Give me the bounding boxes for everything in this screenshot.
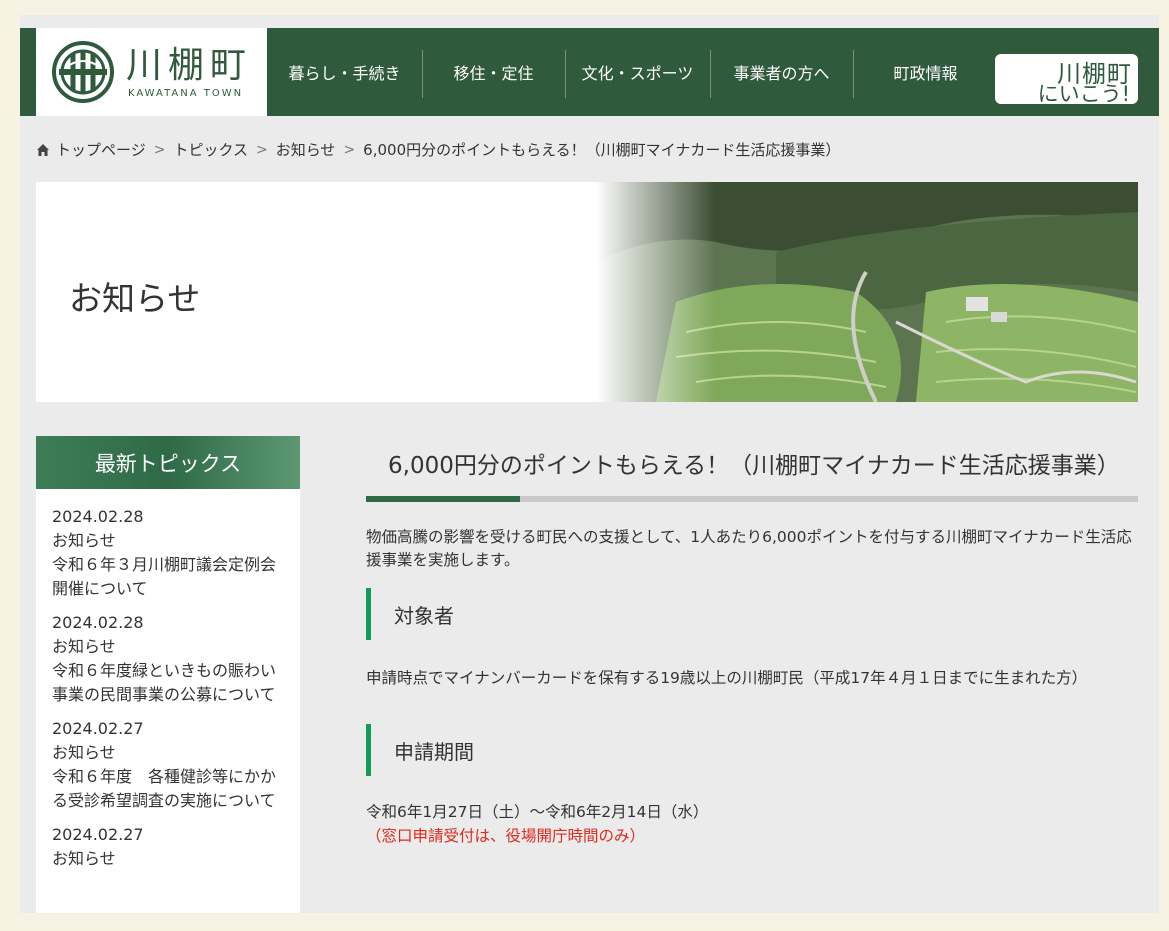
section-note-period: （窓口申請受付は、役場開庁時間のみ） (366, 827, 646, 845)
home-icon (37, 143, 49, 156)
topic-item: 2024.02.28 お知らせ 令和６年３月川棚町議会定例会開催について (36, 505, 300, 601)
topic-item: 2024.02.27 お知らせ 令和６年度 各種健診等にかかる受診希望調査の実施… (36, 717, 300, 813)
site-logo[interactable]: 川棚町 KAWATANA TOWN (36, 28, 267, 116)
section-text-period: 令和6年1月27日（土）～令和6年2月14日（水） (366, 803, 709, 821)
page-hero: お知らせ (36, 182, 1138, 402)
section-heading-target: 対象者 (366, 588, 1138, 640)
title-underline (366, 496, 1138, 502)
global-nav: 暮らし・手続き 移住・定住 文化・スポーツ 事業者の方へ 町政情報 (267, 28, 998, 116)
topic-item: 2024.02.28 お知らせ 令和６年度緑といきもの賑わい事業の民間事業の公募… (36, 611, 300, 707)
breadcrumb-news[interactable]: お知らせ (276, 139, 336, 160)
banner-line2: にいこう! (1037, 82, 1130, 106)
section-text-target: 申請時点でマイナンバーカードを保有する19歳以上の川棚町民（平成17年４月１日ま… (366, 669, 1088, 687)
topic-category: お知らせ (52, 743, 116, 762)
page-frame: 川棚町 KAWATANA TOWN 暮らし・手続き 移住・定住 文化・スポーツ … (20, 15, 1159, 913)
town-emblem-icon (52, 41, 114, 103)
topic-date: 2024.02.28 (52, 507, 144, 526)
topic-date: 2024.02.28 (52, 613, 144, 632)
topic-category: お知らせ (52, 637, 116, 656)
rice-terrace-photo (596, 182, 1138, 402)
topic-category: お知らせ (52, 531, 116, 550)
breadcrumb-separator: > (256, 141, 268, 158)
breadcrumb: トップページ > トピックス > お知らせ > 6,000円分のポイントもらえる… (36, 139, 840, 160)
topic-date: 2024.02.27 (52, 825, 144, 844)
article-title: 6,000円分のポイントもらえる！（川棚町マイナカード生活応援事業） (388, 453, 1120, 479)
logo-text: 川棚町 (126, 45, 253, 86)
topic-link[interactable]: 令和６年３月川棚町議会定例会開催について (52, 553, 284, 601)
nav-town-admin[interactable]: 町政情報 (853, 28, 998, 116)
breadcrumb-separator: > (153, 141, 166, 158)
nav-relocation[interactable]: 移住・定住 (422, 28, 565, 116)
article-main: 6,000円分のポイントもらえる！（川棚町マイナカード生活応援事業） 物価高騰の… (366, 445, 1138, 848)
sidebar-heading: 最新トピックス (36, 436, 300, 489)
topic-category: お知らせ (52, 849, 116, 868)
breadcrumb-home[interactable]: トップページ (56, 139, 146, 160)
topic-date: 2024.02.27 (52, 719, 144, 738)
breadcrumb-separator: > (343, 141, 356, 158)
article-intro: 物価高騰の影響を受ける町民への支援として、1人あたり6,000ポイントを付与する… (366, 528, 1132, 569)
topic-link[interactable]: 令和６年度 各種健診等にかかる受診希望調査の実施について (52, 765, 284, 813)
breadcrumb-current: 6,000円分のポイントもらえる！（川棚町マイナカード生活応援事業） (363, 141, 841, 159)
nav-business[interactable]: 事業者の方へ (710, 28, 853, 116)
site-header: 川棚町 KAWATANA TOWN 暮らし・手続き 移住・定住 文化・スポーツ … (20, 28, 1159, 116)
section-heading-period: 申請期間 (366, 724, 1138, 776)
latest-topics-sidebar: 最新トピックス 2024.02.28 お知らせ 令和６年３月川棚町議会定例会開催… (36, 436, 300, 913)
breadcrumb-topics[interactable]: トピックス (173, 139, 248, 160)
topic-item: 2024.02.27 お知らせ (36, 823, 300, 871)
nav-living[interactable]: 暮らし・手続き (267, 28, 422, 116)
topic-link[interactable]: 令和６年度緑といきもの賑わい事業の民間事業の公募について (52, 659, 284, 707)
logo-subtext: KAWATANA TOWN (128, 88, 244, 99)
nav-culture-sports[interactable]: 文化・スポーツ (565, 28, 710, 116)
hero-title: お知らせ (69, 279, 201, 318)
visit-kawatana-banner[interactable]: 川棚町 にいこう! (995, 54, 1138, 106)
